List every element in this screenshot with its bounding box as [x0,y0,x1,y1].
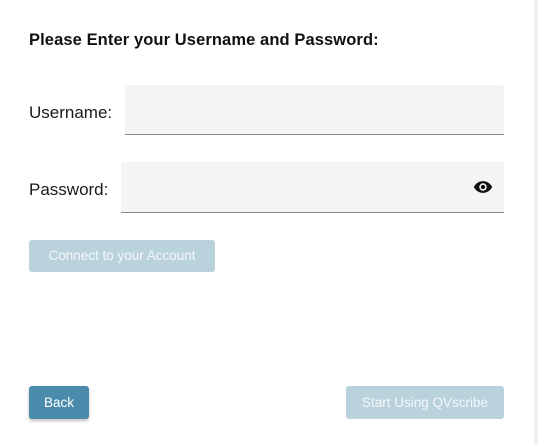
password-field[interactable] [121,162,504,213]
window-edge [534,0,538,445]
password-input[interactable] [121,162,504,212]
login-dialog: Please Enter your Username and Password:… [0,0,538,445]
start-using-button[interactable]: Start Using QVscribe [346,386,504,419]
password-label: Password: [29,180,109,199]
connect-account-button[interactable]: Connect to your Account [29,240,215,272]
username-input[interactable] [125,85,504,134]
page-title: Please Enter your Username and Password: [29,31,379,49]
back-button[interactable]: Back [29,386,89,419]
eye-icon[interactable] [472,177,494,197]
username-field[interactable] [125,85,504,135]
username-label: Username: [29,103,113,122]
